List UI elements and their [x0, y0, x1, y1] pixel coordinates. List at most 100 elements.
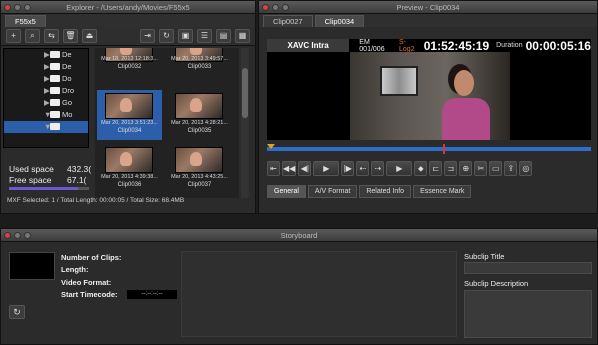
video-format-label: Video Format:	[61, 278, 112, 287]
folder-icon	[50, 123, 60, 130]
start-timecode-label: Start Timecode:	[61, 290, 118, 299]
step-forward-button[interactable]: |▶	[341, 160, 355, 176]
refresh-icon[interactable]: ↻	[9, 305, 25, 319]
video-frame	[350, 52, 510, 140]
thumbnail-scrollbar[interactable]	[241, 48, 249, 198]
close-window-button[interactable]	[4, 4, 11, 11]
folder-icon	[50, 51, 60, 58]
tree-item[interactable]: ▶ Do	[4, 73, 88, 85]
minimize-window-button[interactable]	[14, 232, 21, 239]
play-button[interactable]: ▶	[386, 160, 413, 176]
search-button[interactable]: ⌕	[25, 29, 40, 43]
play-reverse-button[interactable]: ▶	[313, 160, 340, 176]
preview-subtabs: General A/V Format Related Info Essence …	[267, 185, 472, 198]
tree-item-selected[interactable]: ▼	[4, 121, 88, 133]
preview-window: Preview - Clip0034 Clip0027 Clip0034 XAV…	[258, 0, 598, 214]
options-button[interactable]: ▦	[235, 29, 250, 43]
goto-start-button[interactable]: ⇤	[267, 160, 280, 176]
trim-button[interactable]: ✂	[474, 160, 488, 176]
number-of-clips-label: Number of Clips:	[61, 253, 122, 262]
add-subclip-button[interactable]: ⊕	[459, 160, 473, 176]
explorer-window: Explorer - /Users/andy/Movies/F55x5 F55x…	[0, 0, 256, 214]
folder-icon	[50, 75, 60, 82]
duration-timecode: 00:00:05:16	[525, 38, 591, 53]
folder-icon	[50, 99, 60, 106]
tab-clip0027[interactable]: Clip0027	[263, 15, 313, 27]
export-button[interactable]: ⇪	[504, 160, 518, 176]
preview-title: Preview - Clip0034	[396, 3, 460, 12]
zoom-window-button[interactable]	[282, 4, 289, 11]
in-point-marker[interactable]	[267, 144, 275, 149]
mark-in-button[interactable]: ⊏	[429, 160, 443, 176]
new-folder-button[interactable]: +	[6, 29, 21, 43]
zoom-window-button[interactable]	[24, 232, 31, 239]
timeline-scrubber[interactable]	[267, 144, 591, 154]
minimize-window-button[interactable]	[272, 4, 279, 11]
tree-item[interactable]: ▼ Mo	[4, 109, 88, 121]
eject-button[interactable]: ⏏	[82, 29, 97, 43]
storyboard-clip-area[interactable]	[181, 251, 457, 337]
clip-thumbnail[interactable]: Mar 20, 2013 4:43:25... Clip0037	[167, 144, 232, 194]
tab-clip0034[interactable]: Clip0034	[314, 15, 365, 27]
group-button[interactable]: ▤	[216, 29, 231, 43]
playhead[interactable]	[443, 144, 445, 154]
close-window-button[interactable]	[262, 4, 269, 11]
clip-thumbnail[interactable]: Mar 20, 2013 4:28:21... Clip0035	[167, 90, 232, 140]
next-mark-button[interactable]: ⇢	[371, 160, 385, 176]
length-label: Length:	[61, 265, 89, 274]
snapshot-button[interactable]: ◎	[519, 160, 533, 176]
step-back-button[interactable]: ◀|	[298, 160, 312, 176]
clip-thumbnail[interactable]: Mar 18, 2013 12:18:3... Clip0032	[97, 48, 162, 80]
folder-icon	[50, 111, 60, 118]
frame-button[interactable]: ▭	[489, 160, 503, 176]
explorer-toolbar: + ⌕ ⇆ 🗑 ⏏ ⇥ ↻ ▣ ☰ ▤ ▦	[1, 27, 255, 46]
delete-button[interactable]: 🗑	[63, 29, 78, 43]
tab-essence-mark[interactable]: Essence Mark	[413, 185, 472, 198]
subclip-description-input[interactable]	[464, 290, 592, 338]
tree-item[interactable]: ▶ De	[4, 61, 88, 73]
tree-item[interactable]: ▶ Dro	[4, 85, 88, 97]
timeline-track[interactable]	[267, 147, 591, 151]
thumbnail-view-button[interactable]: ▣	[178, 29, 193, 43]
gamma-label: S-Log2	[398, 38, 415, 53]
clip-preview-image	[175, 93, 223, 119]
space-usage-fill	[9, 187, 78, 190]
prev-mark-button[interactable]: ⇠	[356, 160, 370, 176]
explorer-title: Explorer - /Users/andy/Movies/F55x5	[66, 3, 190, 12]
import-button[interactable]: ⇥	[140, 29, 155, 43]
rewind-button[interactable]: ◀◀	[282, 160, 297, 176]
tab-f55x5[interactable]: F55x5	[5, 15, 46, 27]
subclip-title-input[interactable]	[464, 262, 592, 274]
tab-av-format[interactable]: A/V Format	[307, 185, 358, 198]
minimize-window-button[interactable]	[14, 4, 21, 11]
clip-thumbnail-selected[interactable]: Mar 20, 2013 3:51:23... Clip0034	[97, 90, 162, 140]
explorer-tabs: F55x5	[1, 14, 255, 27]
move-button[interactable]: ⇆	[44, 29, 59, 43]
start-timecode-value: --:--:--:--	[127, 290, 177, 299]
scrollbar-thumb[interactable]	[242, 68, 248, 118]
clip-thumbnail[interactable]: Mar 20, 2013 4:39:38... Clip0036	[97, 144, 162, 194]
storyboard-thumbnail	[9, 252, 55, 280]
zoom-window-button[interactable]	[24, 4, 31, 11]
refresh-button[interactable]: ↻	[159, 29, 174, 43]
close-window-button[interactable]	[4, 232, 11, 239]
list-view-button[interactable]: ☰	[197, 29, 212, 43]
explorer-titlebar: Explorer - /Users/andy/Movies/F55x5	[1, 1, 255, 14]
clip-thumbnail-grid: Mar 18, 2013 12:18:3... Clip0032 Mar 20,…	[95, 48, 239, 198]
storyboard-titlebar: Storyboard	[1, 229, 597, 242]
storyboard-title: Storyboard	[280, 231, 318, 240]
tab-related-info[interactable]: Related Info	[359, 185, 412, 198]
free-space: Free space 67.1(	[9, 175, 87, 185]
subclip-description-label: Subclip Description	[464, 279, 529, 288]
space-usage-bar	[9, 187, 89, 190]
mark-out-button[interactable]: ⊐	[444, 160, 458, 176]
clip-thumbnail[interactable]: Mar 20, 2013 3:49:57... Clip0033	[167, 48, 232, 80]
tab-general[interactable]: General	[267, 185, 306, 198]
current-timecode: 01:52:45:19	[423, 38, 490, 53]
tree-item[interactable]: ▶ De	[4, 49, 88, 61]
video-format: XAVC Intra HD	[267, 39, 350, 63]
tree-item[interactable]: ▶ Go	[4, 97, 88, 109]
folder-tree[interactable]: ▶ De ▶ De ▶ Do ▶ Dro ▶ Go ▼ Mo ▼	[3, 48, 89, 148]
mark-button[interactable]: ⬥	[414, 160, 428, 176]
video-preview[interactable]	[267, 52, 591, 140]
